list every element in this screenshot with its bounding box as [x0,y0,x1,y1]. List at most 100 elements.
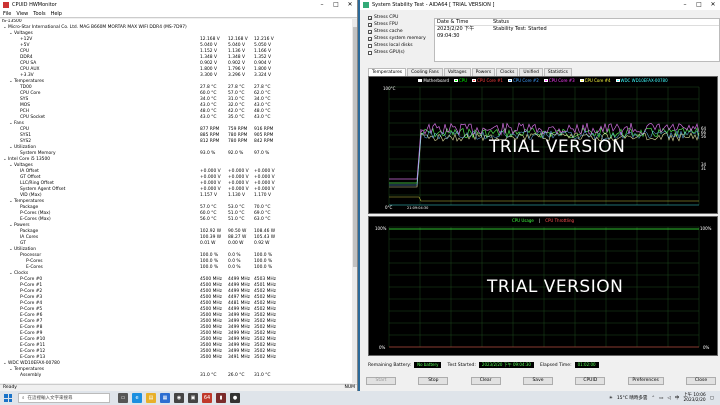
weather-icon[interactable]: ☀ [609,396,613,401]
hwmonitor-app-icon [3,2,9,8]
status-bar: Ready NUM [0,384,357,391]
stress-label: Stress cache [374,29,403,34]
store-icon[interactable]: ▦ [160,393,170,403]
aida64-window: System Stability Test - AIDA64 [ TRIAL V… [360,0,720,391]
taskbar-search-box[interactable]: ⌕ 在這裡輸入文字來搜尋 [18,393,110,403]
menu-file[interactable]: File [3,11,11,17]
maximize-button[interactable]: □ [692,0,706,10]
cpuid-button[interactable]: CPUID [575,377,606,385]
sensor-row[interactable]: Assembly 31.0 °C 26.0 °C 31.0 °C [0,373,352,379]
scrollbar-thumb[interactable] [353,27,357,267]
tray-chevron-icon[interactable]: ⌃ [651,396,655,401]
event-row[interactable]: 2023/2/20 下午 09:04:30 Stability Test: St… [435,26,719,39]
g1-time-label: 21:09:04:30 [407,206,429,210]
minimize-button[interactable]: – [315,0,329,10]
menu-bar: File View Tools Help [0,10,357,18]
stress-label: Stress system memory [374,36,426,41]
sensor-max: 31.0 °C [254,373,271,378]
stress-label: Stress local disks [374,43,413,48]
stop-button[interactable]: Stop [418,377,449,385]
window-title: System Stability Test - AIDA64 [ TRIAL V… [372,2,495,8]
taskbar-apps: ▭ e ▤ ▦ ◉ ▣ 64 ▮ ● [118,393,240,403]
weather-text[interactable]: 15°C 晴時多雲 [617,395,648,401]
aida64-taskbar-icon[interactable]: 64 [202,393,212,403]
system-tray: ☀ 15°C 晴時多雲 ⌃ ▭ ◁ 中 上午 10:06 2023/2/20 ▢ [609,393,720,403]
elapsed-time-label: Elapsed Time: [539,362,572,368]
menu-help[interactable]: Help [51,11,62,17]
test-started-value: 2023/2/20 下午 09:04:30 [478,362,534,368]
checkbox-icon[interactable]: ✓ [368,29,372,34]
maximize-button[interactable]: □ [329,0,343,10]
stress-label: Stress GPU(s) [374,50,405,55]
window-title: CPUID HWMonitor [12,2,57,8]
close-button[interactable]: Close [685,377,716,385]
g1-right-labels-low: 34 31 [701,163,706,171]
checkbox-icon[interactable]: ✓ [368,36,372,41]
preferences-button[interactable]: Preferences [627,377,664,385]
clear-button[interactable]: Clear [470,377,501,385]
taskbar: ⌕ 在這裡輸入文字來搜尋 ▭ e ▤ ▦ ◉ ▣ 64 ▮ ● ☀ 15°C 晴… [0,391,720,405]
vertical-scrollbar[interactable] [352,19,357,383]
close-button[interactable]: ✕ [343,0,357,10]
tab-statistics[interactable]: Statistics [543,68,572,76]
stress-label: Stress FPU [374,22,398,27]
button-bar: Start Stop Clear Save CPUID Preferences … [366,377,716,387]
sensor-tree[interactable]: IS-13500 Micro-Star International Co. Ltd… [0,19,352,383]
g2-axis-bottom: 0% [379,345,386,350]
edge-browser-icon[interactable]: e [132,393,142,403]
tab-clocks[interactable]: Clocks [496,68,519,76]
tab-powers[interactable]: Powers [471,68,496,76]
minimize-button[interactable]: – [678,0,692,10]
hwmonitor-titlebar[interactable]: CPUID HWMonitor – □ ✕ [0,0,357,10]
test-started-label: Test Started: [447,362,476,368]
tab-voltages[interactable]: Voltages [443,68,471,76]
checkbox-icon[interactable]: ✓ [368,22,372,27]
remaining-battery-value: No battery [414,362,442,368]
event-date: 2023/2/20 下午 09:04:30 [437,26,475,39]
g1-right-labels: 64 66 56 [701,127,706,139]
ime-indicator[interactable]: 中 [675,395,680,401]
save-button[interactable]: Save [522,377,553,385]
hwmonitor-taskbar-icon[interactable]: ▮ [216,393,226,403]
test-info-bar: Remaining Battery: No battery Test Start… [368,361,718,369]
checkbox-icon[interactable] [368,43,372,48]
stress-options: ✓ Stress CPU ✓ Stress FPU ✓ Stress cache ✓ Stre… [368,14,720,66]
col-date-time[interactable]: Date & Time [435,19,493,25]
temperature-graph: Motherboard CPU CPU Core #1 CPU Core #2 CPU … [368,76,718,214]
menu-view[interactable]: View [16,11,28,17]
windows-start-icon[interactable] [4,394,12,402]
app-icon[interactable]: ◉ [174,393,184,403]
g2-axis-right-top: 100% [700,226,712,231]
event-list[interactable]: Date & Time Status 2023/2/20 下午 09:04:30… [434,18,720,62]
tab-unified[interactable]: Unified [519,68,543,76]
checkbox-icon[interactable]: ✓ [368,15,372,20]
g1-axis-top: 100°C [383,86,396,91]
g1-right-value: 56 [701,134,707,139]
file-explorer-icon[interactable]: ▤ [146,393,156,403]
g2-axis-right-bottom: 0% [703,345,710,350]
tab-cooling-fans[interactable]: Cooling Fans [407,68,443,76]
terminal-icon[interactable]: ▣ [188,393,198,403]
network-icon[interactable]: ▭ [659,396,663,401]
elapsed-time-value: 01:02:00 [574,362,599,368]
col-status[interactable]: Status [493,19,509,25]
clock[interactable]: 上午 10:06 2023/2/20 [683,393,705,403]
aida-app-icon [363,2,369,8]
cpuid-taskbar-icon[interactable]: ● [230,393,240,403]
sensor-label: Assembly [20,373,42,378]
task-view-icon[interactable]: ▭ [118,393,128,403]
event-status: Stability Test: Started [493,26,547,32]
notification-icon[interactable]: ▢ [710,396,714,401]
trial-watermark: TRIAL VERSION [487,277,624,297]
close-button[interactable]: ✕ [706,0,720,10]
graph-tabs: Temperatures Cooling Fans Voltages Powers Cl… [368,68,573,76]
menu-tools[interactable]: Tools [33,11,45,17]
aida-titlebar[interactable]: System Stability Test - AIDA64 [ TRIAL V… [360,0,720,10]
tab-temperatures[interactable]: Temperatures [368,68,407,76]
start-button[interactable]: Start [366,377,396,385]
hwmonitor-window: CPUID HWMonitor – □ ✕ File View Tools He… [0,0,358,391]
g2-axis-top: 100% [375,226,387,231]
volume-icon[interactable]: ◁ [667,396,670,401]
search-icon: ⌕ [22,396,25,401]
checkbox-icon[interactable] [368,50,372,55]
